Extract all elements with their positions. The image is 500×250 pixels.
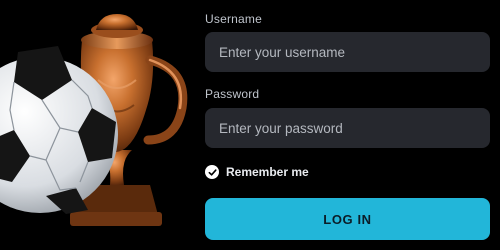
login-button[interactable]: LOG IN xyxy=(205,198,490,240)
password-input[interactable] xyxy=(205,108,490,148)
check-icon[interactable] xyxy=(205,165,219,179)
password-label: Password xyxy=(205,87,260,101)
login-form: Username Password Remember me LOG IN xyxy=(205,0,490,250)
username-label: Username xyxy=(205,12,262,26)
remember-me-label: Remember me xyxy=(226,165,309,179)
hero-artwork xyxy=(0,0,200,250)
login-screen: Username Password Remember me LOG IN xyxy=(0,0,500,250)
remember-me-toggle[interactable]: Remember me xyxy=(205,163,309,181)
username-input[interactable] xyxy=(205,32,490,72)
